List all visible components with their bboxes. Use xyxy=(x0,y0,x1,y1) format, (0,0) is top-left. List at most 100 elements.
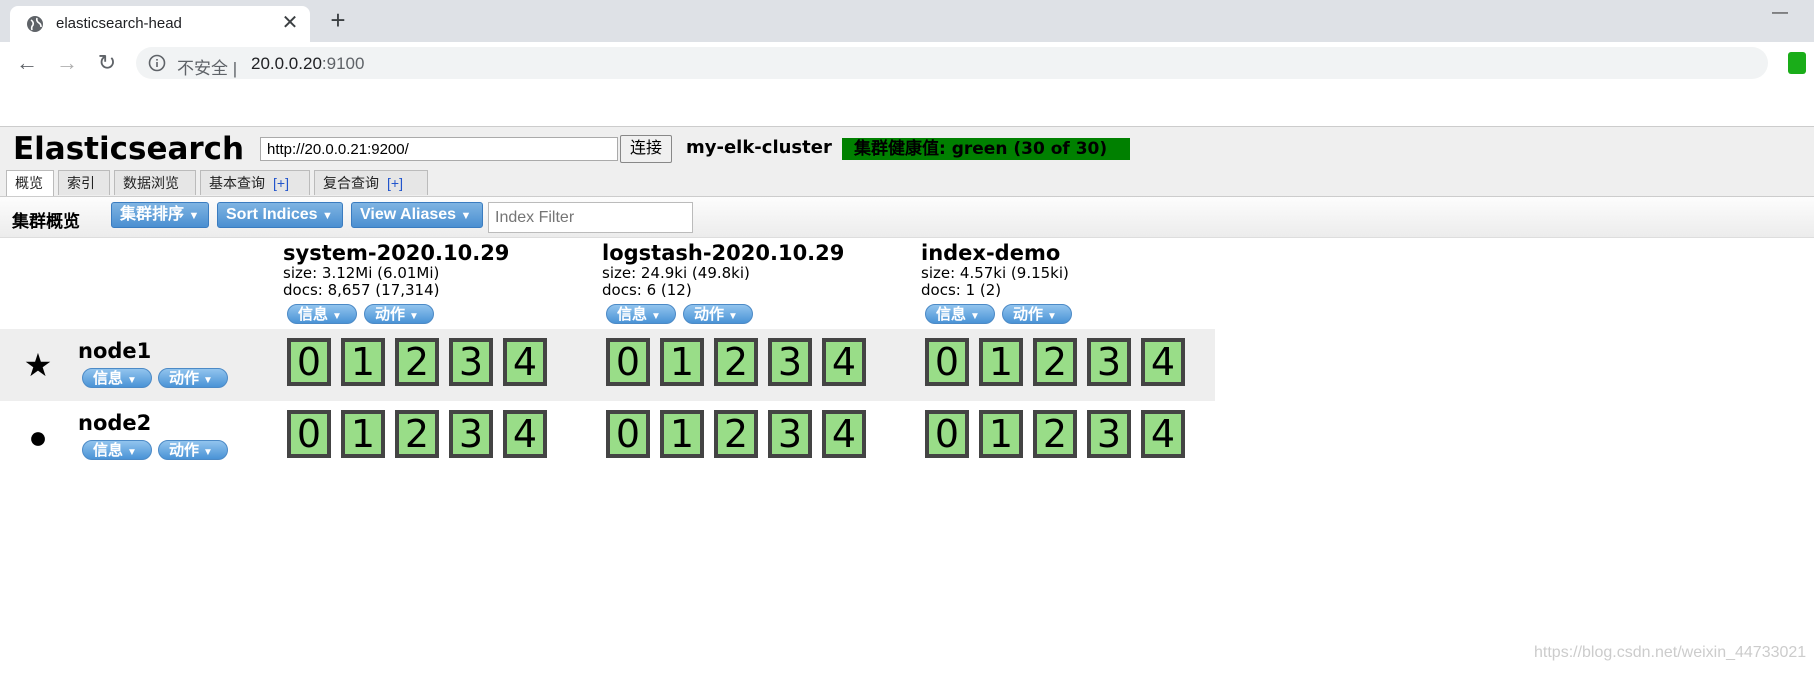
connect-button[interactable]: 连接 xyxy=(620,135,672,163)
shard-box[interactable]: 3 xyxy=(1087,338,1131,386)
chevron-down-icon: ▼ xyxy=(460,210,472,222)
sort-indices-button[interactable]: Sort Indices ▼ xyxy=(217,202,343,228)
url-text[interactable]: 20.0.0.20:9100 xyxy=(251,54,364,74)
overview-toolbar: 集群概览 集群排序 ▼ Sort Indices ▼ View Aliases … xyxy=(0,196,1814,238)
shard-box[interactable]: 1 xyxy=(341,410,385,458)
shard-box[interactable]: 3 xyxy=(768,338,812,386)
index-action-button[interactable]: 动作 ▼ xyxy=(1002,304,1072,324)
index-name: index-demo xyxy=(921,241,1061,265)
browser-tab[interactable]: elasticsearch-head ✕ xyxy=(10,6,310,42)
shard-box[interactable]: 4 xyxy=(1141,410,1185,458)
node-action-button[interactable]: 动作 ▼ xyxy=(158,440,228,460)
node-info-button[interactable]: 信息 ▼ xyxy=(82,368,152,388)
tab-overview[interactable]: 概览 xyxy=(6,170,54,197)
shard-box[interactable]: 4 xyxy=(822,338,866,386)
index-size: size: 3.12Mi (6.01Mi) xyxy=(283,264,440,282)
overview-title: 集群概览 xyxy=(12,212,80,231)
shard-box[interactable]: 3 xyxy=(1087,410,1131,458)
shard-box[interactable]: 2 xyxy=(714,338,758,386)
shard-box[interactable]: 1 xyxy=(979,338,1023,386)
shard-box[interactable]: 0 xyxy=(606,338,650,386)
tab-compound-query[interactable]: 复合查询 [+] xyxy=(314,170,428,195)
shard-box[interactable]: 0 xyxy=(925,338,969,386)
pill-label: 动作 xyxy=(694,306,725,323)
tab-label: 基本查询 xyxy=(209,175,265,191)
tab-label: 复合查询 xyxy=(323,175,379,191)
close-icon[interactable]: ✕ xyxy=(278,11,302,35)
pill-label: 信息 xyxy=(298,306,329,323)
tab-indices[interactable]: 索引 xyxy=(58,170,110,195)
shard-box[interactable]: 1 xyxy=(341,338,385,386)
shard-box[interactable]: 2 xyxy=(714,410,758,458)
minimize-icon[interactable]: — xyxy=(1770,4,1790,24)
shard-box[interactable]: 3 xyxy=(449,410,493,458)
node-info-button[interactable]: 信息 ▼ xyxy=(82,440,152,460)
shard-box[interactable]: 2 xyxy=(395,410,439,458)
browser-toolbar: ← → ↻ 不安全 | 20.0.0.20:9100 ☆ xyxy=(0,42,1814,84)
app-title: Elasticsearch xyxy=(13,131,245,167)
chevron-down-icon: ▼ xyxy=(127,375,137,386)
chevron-down-icon: ▼ xyxy=(188,210,200,222)
chevron-down-icon: ▼ xyxy=(332,311,342,322)
pill-label: 动作 xyxy=(1013,306,1044,323)
index-info-button[interactable]: 信息 ▼ xyxy=(925,304,995,324)
tab-label: 索引 xyxy=(67,175,95,191)
index-info-button[interactable]: 信息 ▼ xyxy=(287,304,357,324)
shard-box[interactable]: 2 xyxy=(1033,410,1077,458)
shard-box[interactable]: 2 xyxy=(1033,338,1077,386)
watermark-text: https://blog.csdn.net/weixin_44733021 xyxy=(1534,644,1807,661)
chevron-down-icon: ▼ xyxy=(409,311,419,322)
shard-box[interactable]: 0 xyxy=(287,338,331,386)
index-size: size: 4.57ki (9.15ki) xyxy=(921,264,1069,282)
url-host: 20.0.0.20 xyxy=(251,54,322,73)
index-size: size: 24.9ki (49.8ki) xyxy=(602,264,750,282)
sort-cluster-button[interactable]: 集群排序 ▼ xyxy=(111,202,209,228)
back-arrow-icon[interactable]: ← xyxy=(12,48,42,78)
shard-box[interactable]: 0 xyxy=(606,410,650,458)
shard-box[interactable]: 1 xyxy=(660,410,704,458)
button-label: View Aliases xyxy=(360,206,457,223)
node-action-button[interactable]: 动作 ▼ xyxy=(158,368,228,388)
index-action-button[interactable]: 动作 ▼ xyxy=(364,304,434,324)
chevron-down-icon: ▼ xyxy=(203,375,213,386)
tab-browser[interactable]: 数据浏览 xyxy=(114,170,196,195)
chevron-down-icon: ▼ xyxy=(970,311,980,322)
info-icon[interactable] xyxy=(148,54,166,72)
address-bar[interactable]: 不安全 | 20.0.0.20:9100 ☆ xyxy=(136,47,1768,79)
chevron-down-icon: ▼ xyxy=(1047,311,1057,322)
shard-box[interactable]: 3 xyxy=(449,338,493,386)
pill-label: 动作 xyxy=(169,442,200,459)
index-filter-input[interactable] xyxy=(488,202,693,233)
extension-icon[interactable] xyxy=(1788,52,1806,74)
shard-box[interactable]: 2 xyxy=(395,338,439,386)
connect-url-input[interactable] xyxy=(260,137,618,161)
index-header: system-2020.10.29 size: 3.12Mi (6.01Mi) … xyxy=(283,241,583,299)
chevron-down-icon: ▼ xyxy=(203,447,213,458)
shard-box[interactable]: 1 xyxy=(660,338,704,386)
shard-box[interactable]: 4 xyxy=(1141,338,1185,386)
shard-box[interactable]: 3 xyxy=(768,410,812,458)
shard-box[interactable]: 4 xyxy=(503,338,547,386)
tab-basic-query[interactable]: 基本查询 [+] xyxy=(200,170,310,195)
chevron-down-icon: ▼ xyxy=(322,210,333,222)
index-info-button[interactable]: 信息 ▼ xyxy=(606,304,676,324)
browser-tab-bar: elasticsearch-head ✕ + — xyxy=(0,0,1814,42)
view-aliases-button[interactable]: View Aliases ▼ xyxy=(351,202,483,228)
index-docs: docs: 1 (2) xyxy=(921,281,1002,299)
node-name: node1 xyxy=(78,339,152,363)
shard-box[interactable]: 1 xyxy=(979,410,1023,458)
pill-label: 动作 xyxy=(375,306,406,323)
index-action-button[interactable]: 动作 ▼ xyxy=(683,304,753,324)
forward-arrow-icon[interactable]: → xyxy=(52,48,82,78)
index-docs: docs: 6 (12) xyxy=(602,281,692,299)
shard-box[interactable]: 0 xyxy=(925,410,969,458)
new-tab-icon[interactable]: + xyxy=(324,6,352,34)
shard-box[interactable]: 4 xyxy=(503,410,547,458)
shard-box[interactable]: 0 xyxy=(287,410,331,458)
chevron-down-icon: ▼ xyxy=(651,311,661,322)
insecure-text: 不安全 xyxy=(177,59,228,78)
shard-box[interactable]: 4 xyxy=(822,410,866,458)
reload-icon[interactable]: ↻ xyxy=(92,48,122,78)
pill-label: 信息 xyxy=(93,370,124,387)
url-port: :9100 xyxy=(321,54,365,73)
